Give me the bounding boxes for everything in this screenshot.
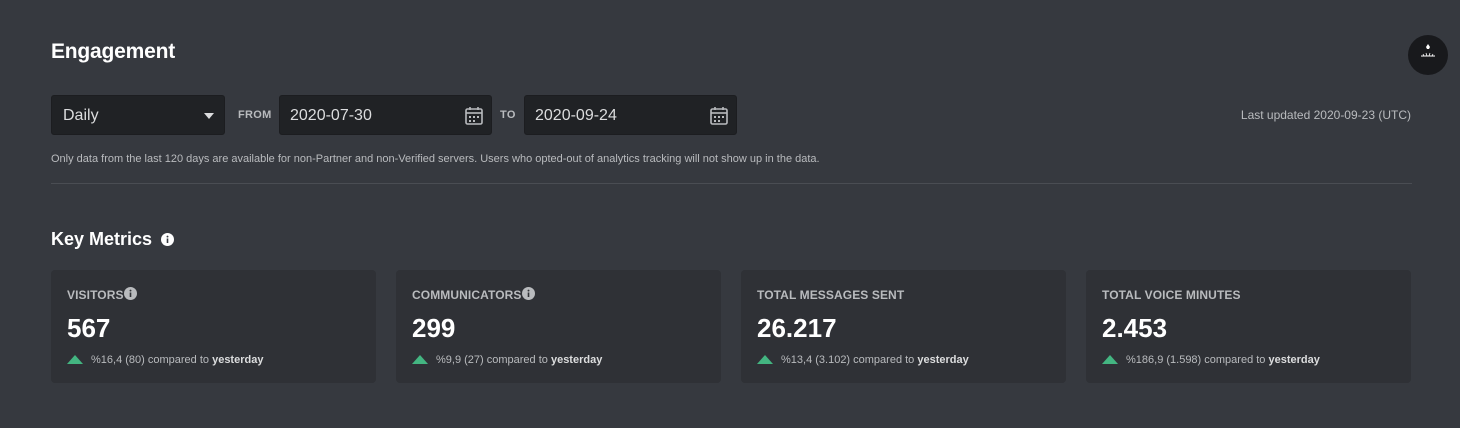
metric-card-total-messages-sent: TOTAL MESSAGES SENT 26.217 %13,4 (3.102)… xyxy=(741,270,1066,383)
metric-change-value: %9,9 (27) compared to xyxy=(436,354,548,366)
data-availability-note: Only data from the last 120 days are ava… xyxy=(51,153,820,165)
to-label: TO xyxy=(500,109,516,121)
metric-card-total-voice-minutes: TOTAL VOICE MINUTES 2.453 %186,9 (1.598)… xyxy=(1086,270,1411,383)
metric-card-visitors: VISITORS 567 %16,4 (80) compared to yest… xyxy=(51,270,376,383)
from-label: FROM xyxy=(238,109,272,121)
last-updated-text: Last updated 2020-09-23 (UTC) xyxy=(1240,108,1411,122)
info-icon[interactable] xyxy=(161,233,174,246)
metric-label: TOTAL VOICE MINUTES xyxy=(1102,288,1241,302)
interval-select[interactable]: Daily xyxy=(51,95,225,135)
metric-change-reference: yesterday xyxy=(917,354,969,366)
metric-value: 299 xyxy=(412,313,456,343)
analytics-page: Engagement Daily FROM 2020-07-30 TO 2020… xyxy=(0,0,1460,428)
metric-change-reference: yesterday xyxy=(212,354,264,366)
arrow-up-icon xyxy=(1102,355,1118,364)
page-title: Engagement xyxy=(51,40,176,63)
metric-change-text: %16,4 (80) compared to yesterday xyxy=(91,354,263,366)
metric-change-value: %16,4 (80) compared to xyxy=(91,354,210,366)
from-date-input[interactable]: 2020-07-30 xyxy=(279,95,492,135)
metric-change-text: %13,4 (3.102) compared to yesterday xyxy=(781,354,969,366)
arrow-up-icon xyxy=(757,355,773,364)
metric-label: COMMUNICATORS xyxy=(412,288,522,302)
to-date-value: 2020-09-24 xyxy=(535,107,617,124)
metric-value: 2.453 xyxy=(1102,313,1168,343)
metric-value: 567 xyxy=(67,313,111,343)
metric-change-reference: yesterday xyxy=(1268,354,1320,366)
divider xyxy=(51,183,1412,184)
metric-change-text: %186,9 (1.598) compared to yesterday xyxy=(1126,354,1320,366)
metric-change-text: %9,9 (27) compared to yesterday xyxy=(436,354,602,366)
interval-select-value: Daily xyxy=(63,107,99,124)
metric-change-value: %13,4 (3.102) compared to xyxy=(781,354,915,366)
metric-label: TOTAL MESSAGES SENT xyxy=(757,288,905,302)
avatar[interactable] xyxy=(1408,35,1448,75)
metric-value: 26.217 xyxy=(757,313,837,343)
info-icon[interactable] xyxy=(124,287,137,300)
avatar-image xyxy=(1421,44,1435,57)
info-icon[interactable] xyxy=(522,287,535,300)
metric-label: VISITORS xyxy=(67,288,124,302)
metric-change-value: %186,9 (1.598) compared to xyxy=(1126,354,1266,366)
arrow-up-icon xyxy=(412,355,428,364)
calendar-icon[interactable] xyxy=(710,106,728,125)
chevron-down-icon xyxy=(204,113,214,119)
from-date-value: 2020-07-30 xyxy=(290,107,372,124)
arrow-up-icon xyxy=(67,355,83,364)
metric-change-reference: yesterday xyxy=(550,354,603,366)
calendar-icon[interactable] xyxy=(465,106,483,125)
metric-card-communicators: COMMUNICATORS 299 %9,9 (27) compared to … xyxy=(396,270,721,383)
key-metrics-title: Key Metrics xyxy=(51,229,153,249)
to-date-input[interactable]: 2020-09-24 xyxy=(524,95,737,135)
